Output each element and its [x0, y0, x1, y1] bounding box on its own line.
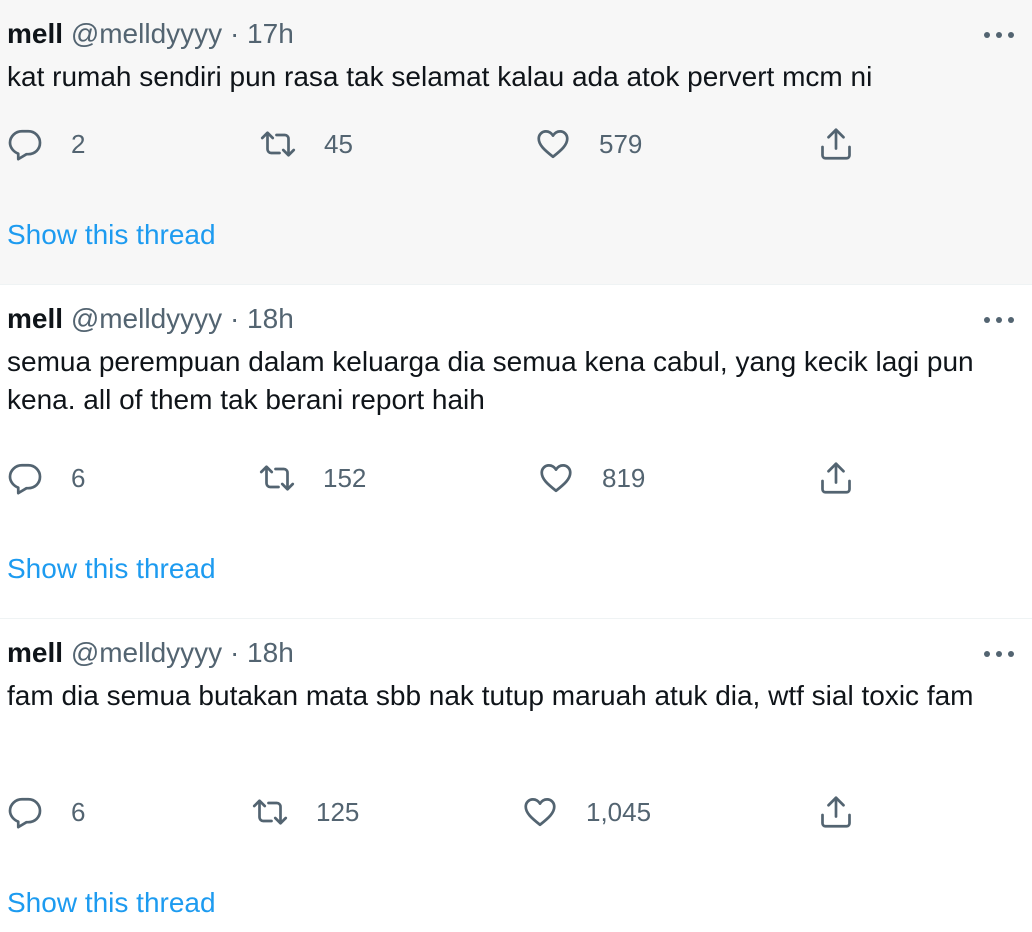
share-icon [821, 128, 851, 160]
retweet-count: 125 [316, 796, 360, 827]
tweet[interactable]: mell @melldyyyy · 18h fam dia semua buta… [0, 619, 1032, 932]
reply-count: 6 [71, 462, 86, 493]
tweet-header: mell @melldyyyy · 18h [7, 635, 294, 671]
retweet-icon [252, 799, 288, 825]
like-button[interactable]: 579 [535, 124, 642, 164]
retweet-count: 152 [323, 462, 367, 493]
timestamp[interactable]: 18h [247, 637, 294, 668]
more-options-button[interactable] [982, 637, 1016, 671]
separator: · [229, 637, 240, 668]
retweet-icon [259, 465, 295, 491]
separator: · [229, 303, 240, 334]
more-options-button[interactable] [982, 18, 1016, 52]
timestamp[interactable]: 17h [247, 18, 294, 49]
timestamp[interactable]: 18h [247, 303, 294, 334]
author-name[interactable]: mell [7, 303, 63, 334]
like-icon [540, 464, 572, 493]
like-button[interactable]: 819 [538, 458, 645, 498]
tweet[interactable]: mell @melldyyyy · 17h kat rumah sendiri … [0, 0, 1032, 285]
show-thread-link[interactable]: Show this thread [7, 551, 216, 587]
tweet-header: mell @melldyyyy · 18h [7, 301, 294, 337]
author-handle[interactable]: @melldyyyy [71, 637, 222, 668]
reply-button[interactable]: 6 [7, 458, 85, 498]
more-options-button[interactable] [982, 303, 1016, 337]
retweet-button[interactable]: 45 [260, 124, 353, 164]
tweet-feed: mell @melldyyyy · 17h kat rumah sendiri … [0, 0, 1032, 932]
reply-count: 6 [71, 796, 86, 827]
author-handle[interactable]: @melldyyyy [71, 303, 222, 334]
show-thread-link[interactable]: Show this thread [7, 885, 216, 921]
like-count: 819 [602, 462, 646, 493]
reply-button[interactable]: 6 [7, 792, 85, 832]
tweet-text: semua perempuan dalam keluarga dia semua… [7, 346, 974, 415]
reply-button[interactable]: 2 [7, 124, 85, 164]
like-icon [537, 130, 569, 159]
more-icon [984, 651, 1014, 657]
more-icon [984, 317, 1014, 323]
retweet-button[interactable]: 125 [252, 792, 359, 832]
author-handle[interactable]: @melldyyyy [71, 18, 222, 49]
share-icon [821, 796, 851, 828]
reply-icon [8, 463, 42, 495]
tweet-header: mell @melldyyyy · 17h [7, 16, 294, 52]
like-count: 1,045 [586, 796, 652, 827]
reply-count: 2 [71, 128, 86, 159]
more-icon [984, 32, 1014, 38]
reply-icon [8, 129, 42, 161]
tweet-actions: 6 152 819 [0, 458, 1032, 498]
like-button[interactable]: 1,045 [522, 792, 651, 832]
like-icon [524, 798, 556, 827]
retweet-button[interactable]: 152 [259, 458, 366, 498]
share-icon [821, 462, 851, 494]
like-count: 579 [599, 128, 643, 159]
share-button[interactable] [818, 124, 854, 164]
author-name[interactable]: mell [7, 18, 63, 49]
tweet-text: kat rumah sendiri pun rasa tak selamat k… [7, 61, 873, 92]
separator: · [229, 18, 240, 49]
show-thread-link[interactable]: Show this thread [7, 217, 216, 253]
share-button[interactable] [818, 458, 854, 498]
share-button[interactable] [818, 792, 854, 832]
author-name[interactable]: mell [7, 637, 63, 668]
retweet-count: 45 [324, 128, 353, 159]
tweet[interactable]: mell @melldyyyy · 18h semua perempuan da… [0, 285, 1032, 619]
tweet-actions: 6 125 1,045 [0, 792, 1032, 832]
tweet-actions: 2 45 579 [0, 124, 1032, 164]
reply-icon [8, 797, 42, 829]
retweet-icon [260, 131, 296, 157]
tweet-text: fam dia semua butakan mata sbb nak tutup… [7, 680, 974, 711]
